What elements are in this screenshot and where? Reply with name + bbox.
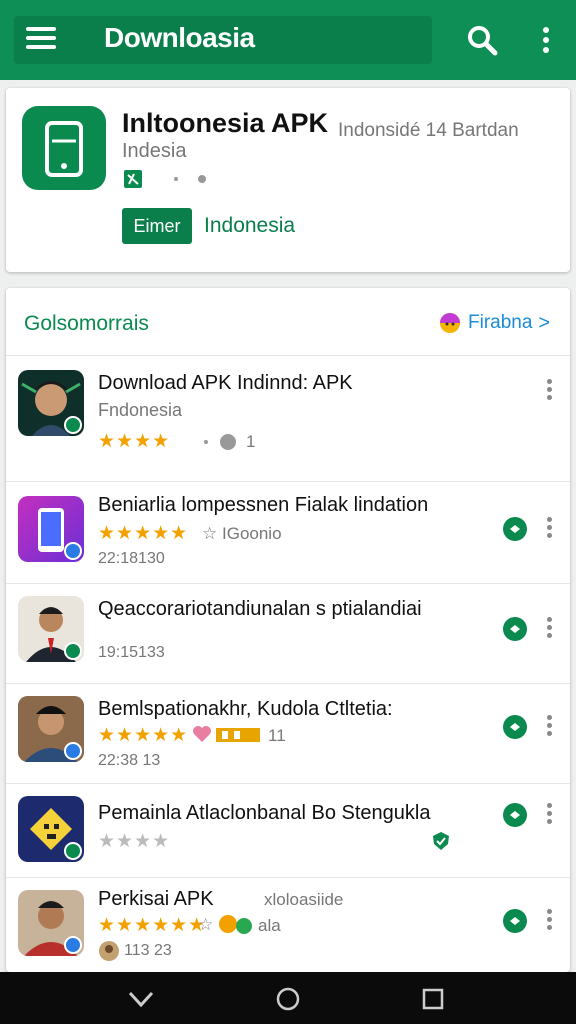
back-icon[interactable] [126, 984, 156, 1014]
app-name: Bemlspationakhr, Kudola Ctltetia: [98, 698, 393, 720]
star-outline-icon: ☆ [202, 524, 218, 543]
download-icon[interactable] [502, 908, 528, 934]
home-icon[interactable] [273, 984, 303, 1014]
download-icon[interactable] [502, 802, 528, 828]
source-badge [64, 416, 82, 434]
rating-stars: ★★★★ [98, 431, 171, 452]
more-vert-icon[interactable] [534, 22, 558, 58]
app-thumbnail [18, 596, 84, 662]
section-header: Golsomorrais Firabna > [6, 288, 570, 356]
list-item[interactable]: Download APK Indinnd: APK Fndonesia ★★★★… [6, 356, 570, 482]
emoji-icon [440, 313, 460, 333]
recents-icon[interactable] [418, 984, 448, 1014]
app-icon [22, 106, 106, 190]
enter-button[interactable]: Eimer [122, 208, 192, 244]
menu-icon[interactable] [26, 22, 60, 58]
app-title: Downloasia [104, 22, 255, 53]
app-name: Qeaccorariotandiunalan s ptialandiai [98, 598, 422, 620]
list-item[interactable]: Beniarlia lompessnen Fialak lindation ★★… [6, 482, 570, 584]
app-name: Beniarlia lompessnen Fialak lindation [98, 494, 429, 516]
rating-stars: ★★★★★★ [98, 915, 207, 936]
app-size: 22:18130 [98, 550, 165, 567]
app-size: 22:38 13 [98, 752, 161, 769]
more-options-icon[interactable] [542, 712, 556, 742]
list-item[interactable]: Perkisai APK xloloasiide ★★★★★★ ☆ ala 11… [6, 878, 570, 972]
featured-app-subtitle: Indesia [122, 140, 187, 162]
rating-badges-icon: ☆ [198, 912, 256, 941]
more-options-icon[interactable] [542, 800, 556, 830]
app-name: Perkisai APK [98, 888, 214, 910]
app-thumbnail [18, 696, 84, 762]
more-options-icon[interactable] [542, 376, 556, 416]
system-nav-bar [0, 972, 576, 1024]
featured-app-name: Inltoonesia APK [122, 108, 329, 138]
list-item[interactable]: Qeaccorariotandiunalan s ptialandiai 19:… [6, 584, 570, 684]
rating-count: 11 [268, 726, 286, 745]
source-badge [64, 642, 82, 660]
app-name: Download APK Indinnd: APK [98, 372, 353, 394]
download-icon[interactable] [502, 714, 528, 740]
section-title: Golsomorrais [24, 312, 149, 335]
app-thumbnail [18, 890, 84, 956]
rating-extra [200, 432, 240, 457]
featured-side-note: Indonsidé 14 Bartdan [338, 120, 519, 141]
list-item[interactable]: Pemainla Atlaclonbanal Bo Stengukla ★★★★ [6, 784, 570, 878]
app-size: 19:15133 [98, 644, 165, 661]
rating-badges-icon [192, 724, 264, 751]
app-thumbnail [18, 496, 84, 562]
verified-icon [430, 830, 452, 857]
app-name: Pemainla Atlaclonbanal Bo Stengukla [98, 802, 431, 824]
app-thumbnail [18, 370, 84, 436]
download-icon[interactable] [502, 516, 528, 542]
more-options-icon[interactable] [542, 906, 556, 936]
dev-avatar-icon [98, 940, 120, 967]
rating-stars: ★★★★★ [98, 523, 189, 544]
see-more-label: Firabna [468, 312, 533, 333]
source-badge [64, 742, 82, 760]
svg-text:☆: ☆ [198, 915, 213, 935]
source-badge [64, 936, 82, 954]
app-thumbnail [18, 796, 84, 862]
section-see-more[interactable]: Firabna > [438, 310, 550, 336]
rating-count: 1 [246, 432, 256, 451]
download-icon[interactable] [502, 616, 528, 642]
rating-label: IGoonio [222, 524, 282, 543]
featured-app-card[interactable]: Inltoonesia APK Indesia Indonsidé 14 Bar… [6, 88, 570, 272]
more-options-icon[interactable] [542, 614, 556, 644]
chevron-right-icon: > [538, 311, 551, 334]
source-badge [64, 842, 82, 860]
app-list: Golsomorrais Firabna > Download APK Indi… [6, 288, 570, 972]
source-badge [64, 542, 82, 560]
app-bar: Downloasia [0, 0, 576, 80]
rating-icon [204, 434, 236, 450]
app-side-note: xloloasiide [264, 890, 344, 909]
list-item[interactable]: Bemlspationakhr, Kudola Ctltetia: ★★★★★ … [6, 684, 570, 784]
more-options-icon[interactable] [542, 514, 556, 544]
meta-icons [122, 168, 222, 190]
rating-stars: ★★★★ [98, 831, 171, 852]
app-size: 113 23 [124, 942, 172, 959]
rating-stars: ★★★★★ [98, 725, 189, 746]
rating-label: ala [258, 916, 281, 935]
country-link[interactable]: Indonesia [204, 214, 295, 238]
search-icon[interactable] [464, 22, 500, 58]
app-developer: Fndonesia [98, 400, 183, 420]
